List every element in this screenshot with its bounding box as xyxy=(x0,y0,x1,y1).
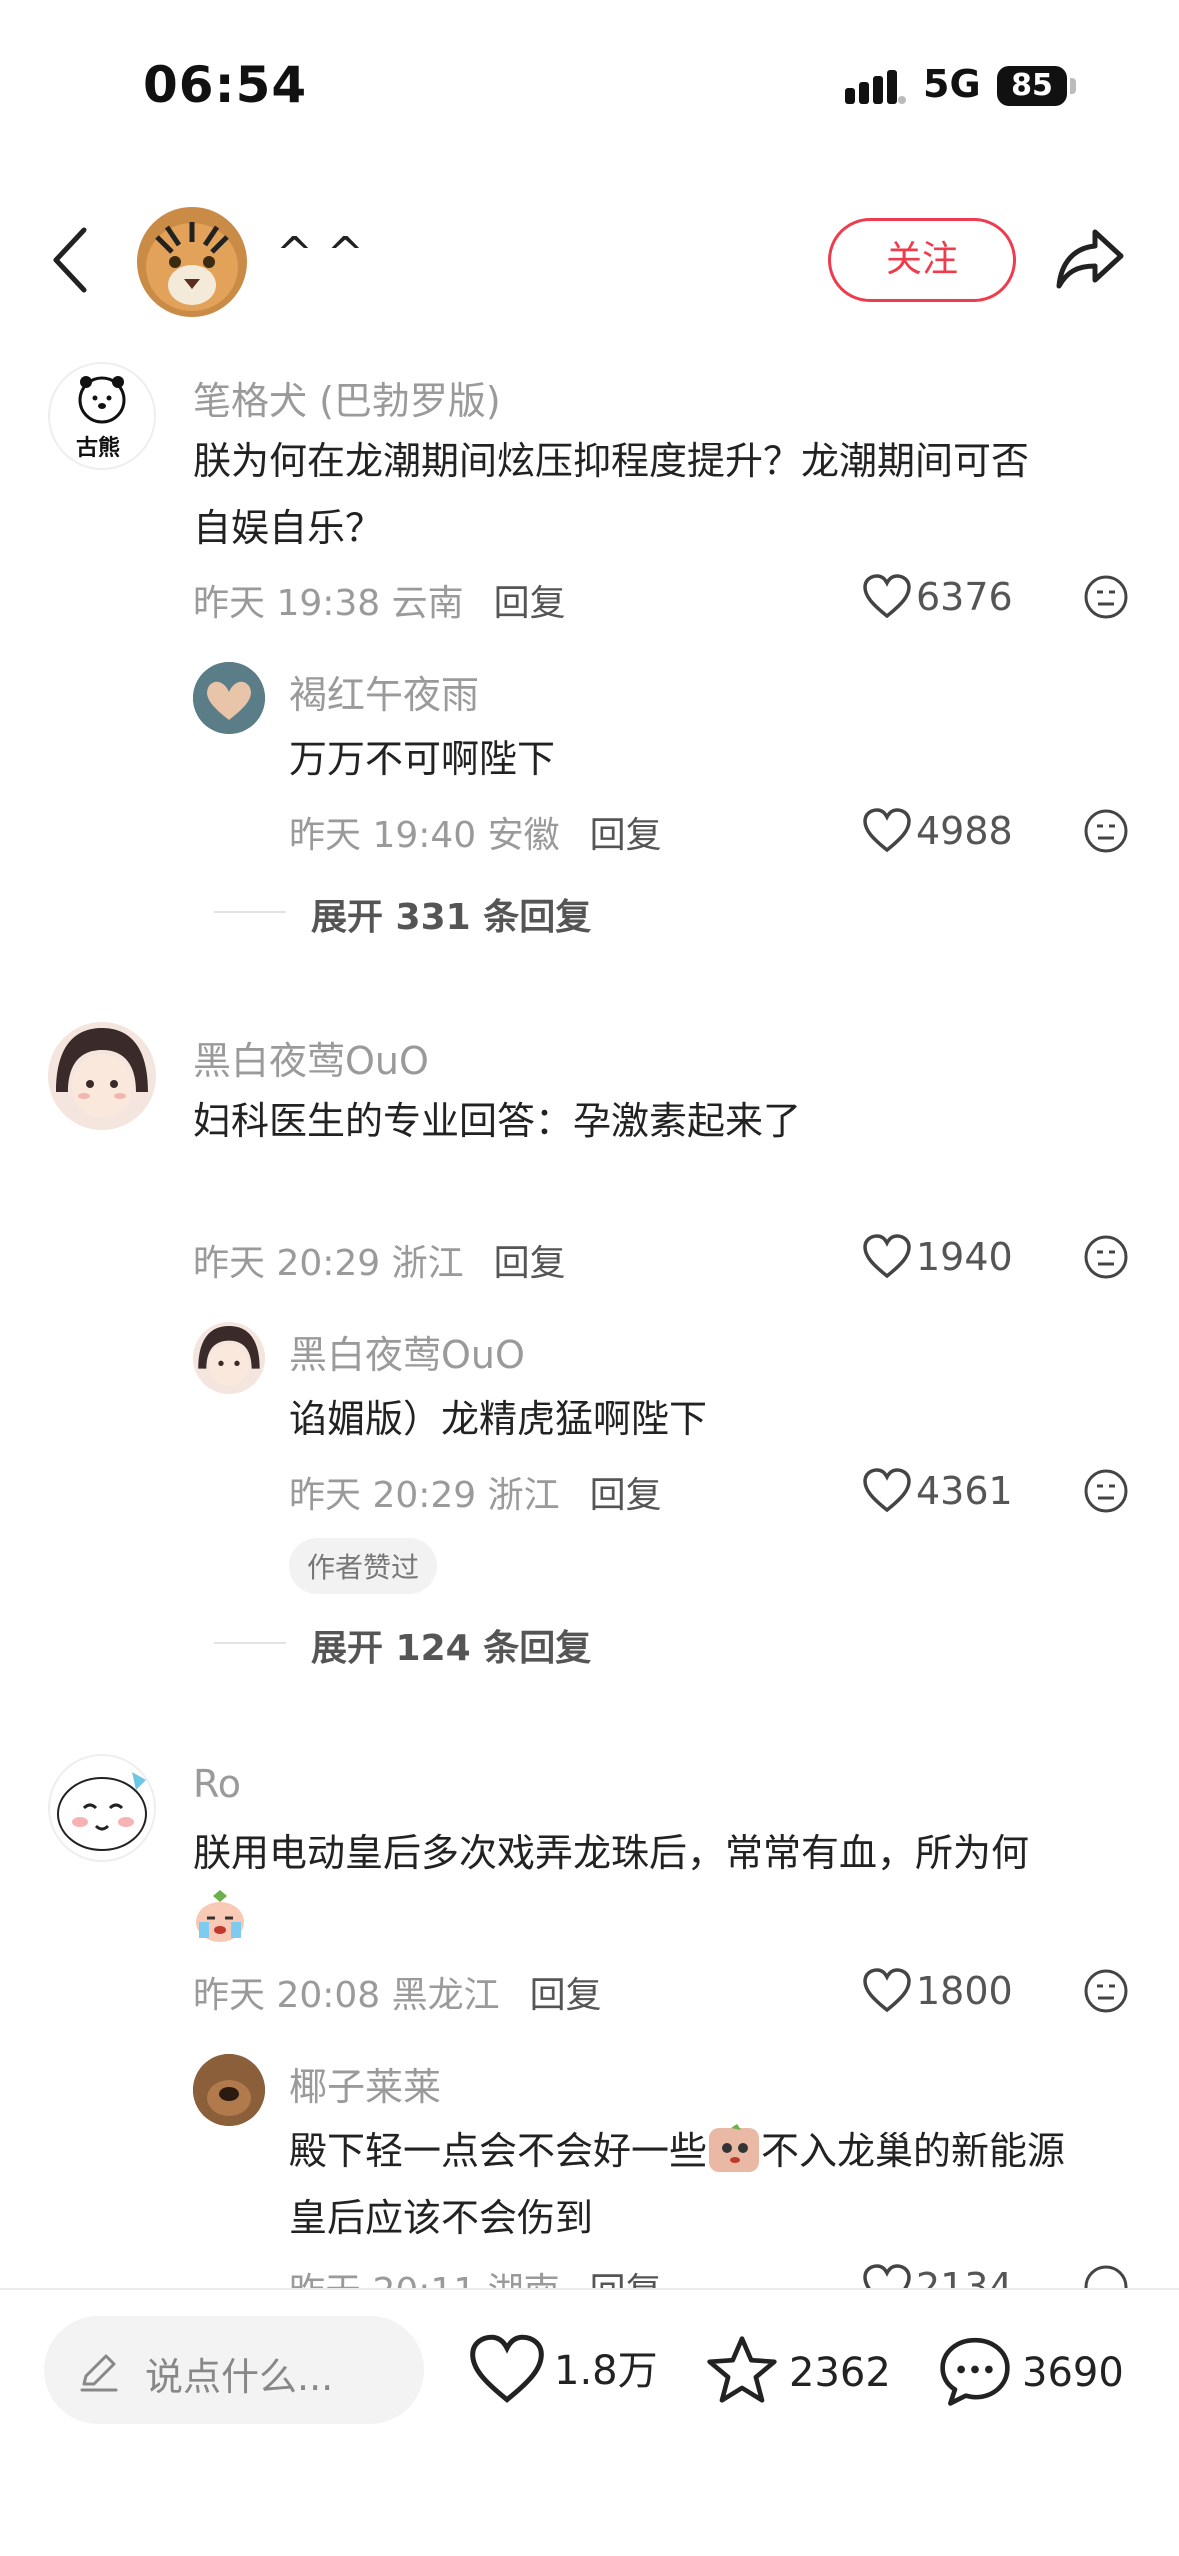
comment-username[interactable]: 黑白夜莺OuO xyxy=(193,1030,429,1085)
dislike-icon[interactable] xyxy=(1083,574,1129,620)
comment-input-placeholder[interactable]: 说点什么... xyxy=(145,2346,333,2401)
reply-button[interactable]: 回复 xyxy=(590,815,662,856)
like-count: 6376 xyxy=(916,575,1013,619)
reply-meta: 昨天 19:40 安徽 回复 xyxy=(289,806,662,858)
reply-username[interactable]: 黑白夜莺OuO xyxy=(289,1324,525,1379)
reply-time: 昨天 19:40 安徽 xyxy=(289,815,560,856)
comment-text-line: 朕为何在龙潮期间炫压抑程度提升？龙潮期间可否 xyxy=(193,439,1030,483)
comment-time: 昨天 19:38 云南 xyxy=(193,583,464,624)
reply-button[interactable]: 回复 xyxy=(530,1975,602,2016)
cartoon-avatar-image xyxy=(57,1772,147,1851)
girl-avatar-image xyxy=(48,1022,156,1130)
hands-heart-avatar-image xyxy=(193,662,265,734)
comment-text: 朕为何在龙潮期间炫压抑程度提升？龙潮期间可否 自娱自乐？ xyxy=(193,428,1153,562)
comment-avatar[interactable]: 古熊 xyxy=(48,362,156,470)
comment-avatar[interactable] xyxy=(48,1754,156,1862)
reply-text-segment: 殿下轻一点会不会好一些 xyxy=(289,2129,708,2173)
expand-replies-button[interactable]: 展开 124 条回复 xyxy=(311,1619,591,1671)
like-button[interactable]: 4988 xyxy=(862,808,1013,854)
avatar-logo-text: 古熊 xyxy=(76,436,121,461)
reply-text: 谄媚版）龙精虎猛啊陛下 xyxy=(289,1397,708,1441)
post-like-button[interactable]: 1.8万 xyxy=(468,2334,658,2406)
post-like-count: 1.8万 xyxy=(554,2348,658,2394)
comment-text: 妇科医生的专业回答：孕激素起来了 xyxy=(193,1099,802,1143)
reply-button[interactable]: 回复 xyxy=(590,2271,662,2288)
comment-meta: 昨天 20:08 黑龙江 回复 xyxy=(193,1966,602,2018)
like-button[interactable]: 6376 xyxy=(862,574,1013,620)
like-count: 4988 xyxy=(916,809,1013,853)
post-comment-button[interactable]: 3690 xyxy=(936,2334,1124,2408)
post-favorite-count: 2362 xyxy=(789,2350,891,2396)
reply-text-segment: 不入龙巢的新能源 xyxy=(761,2129,1066,2173)
star-icon xyxy=(707,2336,777,2403)
bottom-divider xyxy=(0,2288,1179,2290)
reply-text-line: 皇后应该不会伤到 xyxy=(289,2196,594,2240)
reply-meta: 昨天 20:29 浙江 回复 xyxy=(289,1466,662,1518)
comment-meta: 昨天 20:29 浙江 回复 xyxy=(193,1234,566,1286)
comment-time: 昨天 20:08 黑龙江 xyxy=(193,1975,500,2016)
heart-icon xyxy=(863,808,911,853)
reply-button[interactable]: 回复 xyxy=(494,583,566,624)
comment-list[interactable]: 古熊 笔格犬 (巴勃罗版) 朕为何在龙潮期间炫压抑程度提升？龙潮期间可否 自娱自… xyxy=(0,0,1179,2288)
comment-avatar[interactable] xyxy=(48,1022,156,1130)
like-count: 2134 xyxy=(916,2265,1013,2288)
chat-icon xyxy=(940,2337,1010,2406)
reply-button[interactable]: 回复 xyxy=(494,1243,566,1284)
comment-username[interactable]: 笔格犬 (巴勃罗版) xyxy=(193,370,501,425)
dog-avatar-image xyxy=(193,2054,265,2126)
reply-avatar[interactable] xyxy=(193,2054,265,2126)
heart-icon xyxy=(863,1968,911,2013)
dislike-icon[interactable] xyxy=(1083,1968,1129,2014)
comment-username[interactable]: Ro xyxy=(193,1762,241,1806)
reply-button[interactable]: 回复 xyxy=(590,1475,662,1516)
girl-avatar-image xyxy=(193,1322,265,1394)
like-count: 1940 xyxy=(916,1235,1013,1279)
like-button[interactable]: 4361 xyxy=(862,1468,1013,1514)
reply-text-line: 殿下轻一点会不会好一些 不入龙巢的新能源 xyxy=(289,2118,1159,2185)
like-button[interactable]: 1800 xyxy=(862,1968,1013,2014)
like-button[interactable]: 1940 xyxy=(862,1234,1013,1280)
post-comment-count: 3690 xyxy=(1022,2350,1124,2396)
reply-avatar[interactable] xyxy=(193,662,265,734)
dislike-icon[interactable] xyxy=(1083,2264,1129,2288)
reply-username[interactable]: 褐红午夜雨 xyxy=(289,664,479,719)
reply-text: 万万不可啊陛下 xyxy=(289,737,556,781)
expand-divider xyxy=(214,911,286,913)
heart-icon xyxy=(470,2334,544,2403)
comment-meta: 昨天 19:38 云南 回复 xyxy=(193,574,566,626)
reply-meta: 昨天 20:11 湖南 回复 xyxy=(289,2262,662,2288)
dislike-icon[interactable] xyxy=(1083,1234,1129,1280)
reply-time: 昨天 20:11 湖南 xyxy=(289,2271,560,2288)
heart-icon xyxy=(863,2264,911,2288)
comment-text: 朕用电动皇后多次戏弄龙珠后，常常有血，所为何 xyxy=(193,1831,1030,1875)
crying-emoji-icon xyxy=(196,1890,244,1942)
heart-icon xyxy=(863,574,911,619)
heart-icon xyxy=(863,1234,911,1279)
heart-icon xyxy=(863,1468,911,1513)
reply-username[interactable]: 椰子莱莱 xyxy=(289,2056,441,2111)
dislike-icon[interactable] xyxy=(1083,808,1129,854)
reply-time: 昨天 20:29 浙江 xyxy=(289,1475,560,1516)
pencil-icon xyxy=(80,2354,118,2392)
expand-divider xyxy=(214,1642,286,1644)
like-count: 1800 xyxy=(916,1969,1013,2013)
comment-text-line: 自娱自乐？ xyxy=(193,506,384,550)
like-count: 4361 xyxy=(916,1469,1013,1513)
peeking-emoji-icon xyxy=(709,2124,760,2172)
reply-text: 殿下轻一点会不会好一些 不入龙巢的新能源 皇后应该不会伤到 xyxy=(289,2118,1159,2252)
expand-replies-button[interactable]: 展开 331 条回复 xyxy=(311,888,591,940)
author-liked-badge: 作者赞过 xyxy=(289,1538,438,1594)
dislike-icon[interactable] xyxy=(1083,1468,1129,1514)
like-button[interactable]: 2134 xyxy=(862,2264,1013,2288)
post-favorite-button[interactable]: 2362 xyxy=(703,2334,891,2408)
comment-time: 昨天 20:29 浙江 xyxy=(193,1243,464,1284)
reply-avatar[interactable] xyxy=(193,1322,265,1394)
